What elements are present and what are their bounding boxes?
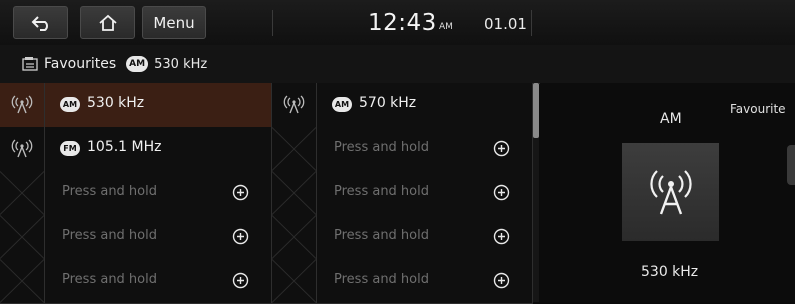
press-and-hold-hint: Press and hold xyxy=(334,184,429,199)
press-and-hold-hint: Press and hold xyxy=(62,184,157,199)
plus-circle-icon[interactable] xyxy=(493,272,510,289)
radio-antenna-icon xyxy=(0,127,45,171)
empty-slot-icon xyxy=(272,171,317,215)
current-frequency: 530 kHz xyxy=(154,56,208,72)
empty-slot-icon xyxy=(272,127,317,171)
band-badge: AM xyxy=(60,97,80,112)
preset-frequency: 105.1 MHz xyxy=(87,139,162,155)
back-button[interactable] xyxy=(13,6,68,39)
date-display: 01.01 xyxy=(484,15,527,33)
preset-row[interactable]: AM 570 kHz xyxy=(272,83,533,128)
empty-slot-icon xyxy=(272,215,317,259)
band-badge: AM xyxy=(332,97,352,112)
press-and-hold-hint: Press and hold xyxy=(334,272,429,287)
plus-circle-icon[interactable] xyxy=(232,228,249,245)
clock-time: 12:43 xyxy=(368,10,437,36)
preset-row[interactable]: Press and hold xyxy=(272,171,533,216)
preset-row[interactable]: Press and hold xyxy=(0,171,272,216)
scrollbar-thumb[interactable] xyxy=(533,83,539,138)
plus-circle-icon[interactable] xyxy=(232,184,249,201)
home-button[interactable] xyxy=(80,6,135,39)
empty-slot-icon xyxy=(272,259,317,303)
radio-antenna-icon xyxy=(272,83,317,127)
clock-ampm: AM xyxy=(439,22,453,32)
plus-circle-icon[interactable] xyxy=(232,272,249,289)
side-panel-handle[interactable] xyxy=(787,145,795,185)
radio-antenna-icon xyxy=(0,83,45,127)
top-bar: Menu 12:43 AM 01.01 xyxy=(0,0,795,45)
empty-slot-icon xyxy=(0,259,45,303)
station-artwork xyxy=(622,143,719,241)
now-playing-band: AM xyxy=(660,111,682,127)
preset-row[interactable]: Press and hold xyxy=(272,127,533,172)
now-playing-frequency: 530 kHz xyxy=(641,264,699,280)
empty-slot-icon xyxy=(0,171,45,215)
list-title: Favourites xyxy=(44,56,117,72)
back-arrow-icon xyxy=(31,15,48,31)
home-icon xyxy=(98,14,117,31)
favourite-label[interactable]: Favourite xyxy=(730,102,786,116)
band-badge: FM xyxy=(60,141,80,156)
press-and-hold-hint: Press and hold xyxy=(334,228,429,243)
preset-row[interactable]: Press and hold xyxy=(0,259,272,304)
preset-frequency: 570 kHz xyxy=(359,95,417,111)
press-and-hold-hint: Press and hold xyxy=(334,140,429,155)
empty-slot-icon xyxy=(0,215,45,259)
preset-row[interactable]: Press and hold xyxy=(272,259,533,304)
plus-circle-icon[interactable] xyxy=(493,184,510,201)
press-and-hold-hint: Press and hold xyxy=(62,272,157,287)
preset-row[interactable]: AM 530 kHz xyxy=(0,83,272,128)
band-badge: AM xyxy=(126,56,149,72)
list-header: Favourites AM 530 kHz xyxy=(0,45,795,84)
plus-circle-icon[interactable] xyxy=(493,228,510,245)
divider xyxy=(272,10,273,36)
preset-row[interactable]: FM 105.1 MHz xyxy=(0,127,272,172)
divider xyxy=(531,10,532,36)
preset-row[interactable]: Press and hold xyxy=(0,215,272,260)
preset-frequency: 530 kHz xyxy=(87,95,145,111)
menu-button[interactable]: Menu xyxy=(142,6,206,39)
press-and-hold-hint: Press and hold xyxy=(62,228,157,243)
favourites-list-icon xyxy=(22,57,38,71)
preset-row[interactable]: Press and hold xyxy=(272,215,533,260)
plus-circle-icon[interactable] xyxy=(493,140,510,157)
radio-antenna-icon xyxy=(649,170,692,215)
